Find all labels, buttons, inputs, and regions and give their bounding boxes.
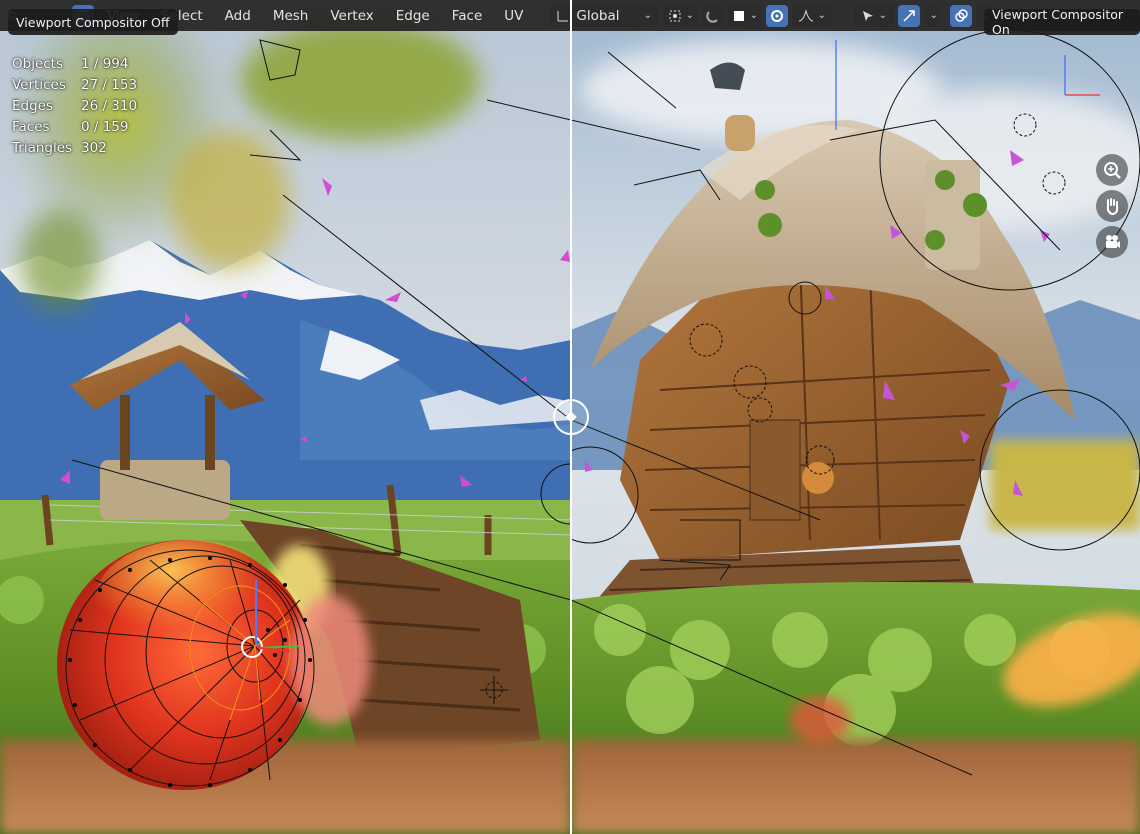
menu-uv[interactable]: UV — [493, 0, 534, 31]
stat-value: 1 / 994 — [81, 56, 129, 72]
snap-target-button[interactable]: ⌄ — [727, 4, 762, 27]
camera-icon — [1106, 235, 1120, 248]
transform-orientation-label: Global — [576, 7, 620, 24]
stat-row-triangles: Triangles 302 — [12, 138, 137, 159]
proportional-edit-icon — [770, 9, 783, 22]
pivot-icon — [669, 10, 681, 21]
snap-square-icon — [733, 10, 744, 21]
chevron-down-icon: ⌄ — [749, 10, 759, 21]
proportional-edit-toggle[interactable] — [765, 4, 788, 27]
stat-value: 0 / 159 — [81, 119, 129, 135]
3d-viewport[interactable]: o View Select Add Mesh Vertex Edge Face … — [0, 0, 1140, 834]
gizmo-arrow-icon — [903, 9, 915, 22]
magnet-icon — [706, 10, 718, 23]
gizmo-toggle[interactable] — [897, 4, 920, 27]
statistics-overlay: Objects 1 / 994 Vertices 27 / 153 Edges … — [12, 54, 137, 159]
stat-label: Edges — [12, 98, 54, 114]
stat-row-faces: Faces 0 / 159 — [12, 117, 137, 138]
stat-value: 26 / 310 — [81, 98, 138, 114]
transform-orientation-dropdown[interactable]: Global ⌄ — [550, 4, 658, 27]
pivot-point-button[interactable]: ⌄ — [663, 4, 698, 27]
hand-pan-icon — [1106, 198, 1119, 216]
stat-value: 27 / 153 — [81, 77, 138, 93]
overlay-toggle[interactable] — [949, 4, 972, 27]
falloff-button[interactable]: ⌄ — [791, 4, 832, 27]
chevron-down-icon: ⌄ — [878, 10, 888, 21]
selectability-button[interactable]: ⌄ — [853, 4, 894, 27]
split-view-handle[interactable] — [553, 399, 589, 435]
orientation-icon — [557, 10, 569, 21]
stat-label: Triangles — [12, 140, 73, 156]
gizmo-dropdown[interactable]: ⌄ — [923, 4, 940, 27]
menu-face[interactable]: Face — [441, 0, 494, 31]
zoom-button[interactable] — [1096, 154, 1128, 186]
falloff-curve-icon — [798, 8, 813, 21]
menu-mesh[interactable]: Mesh — [262, 0, 320, 31]
snap-toggle[interactable] — [701, 4, 724, 27]
menu-vertex[interactable]: Vertex — [319, 0, 384, 31]
zoom-in-icon — [1104, 162, 1121, 179]
chevron-down-icon: ⌄ — [643, 10, 652, 21]
pan-button[interactable] — [1096, 190, 1128, 222]
stat-label: Vertices — [12, 77, 66, 93]
chevron-down-icon: ⌄ — [685, 10, 695, 21]
viewport-compositor-on-label: Viewport Compositor On — [984, 7, 1140, 37]
viewport-compositor-off-label: Viewport Compositor Off — [8, 9, 178, 35]
stat-row-objects: Objects 1 / 994 — [12, 54, 137, 75]
menu-edge[interactable]: Edge — [385, 0, 441, 31]
menu-add[interactable]: Add — [214, 0, 262, 31]
camera-view-button[interactable] — [1096, 226, 1128, 258]
chevron-down-icon: ⌄ — [817, 10, 827, 21]
stat-row-vertices: Vertices 27 / 153 — [12, 75, 137, 96]
stat-label: Faces — [12, 119, 50, 135]
cursor-arrow-icon — [862, 10, 873, 21]
stat-label: Objects — [12, 56, 64, 72]
chevron-down-icon: ⌄ — [929, 10, 939, 21]
stat-row-edges: Edges 26 / 310 — [12, 96, 137, 117]
stat-value: 302 — [81, 140, 107, 156]
overlay-icon — [955, 8, 968, 22]
